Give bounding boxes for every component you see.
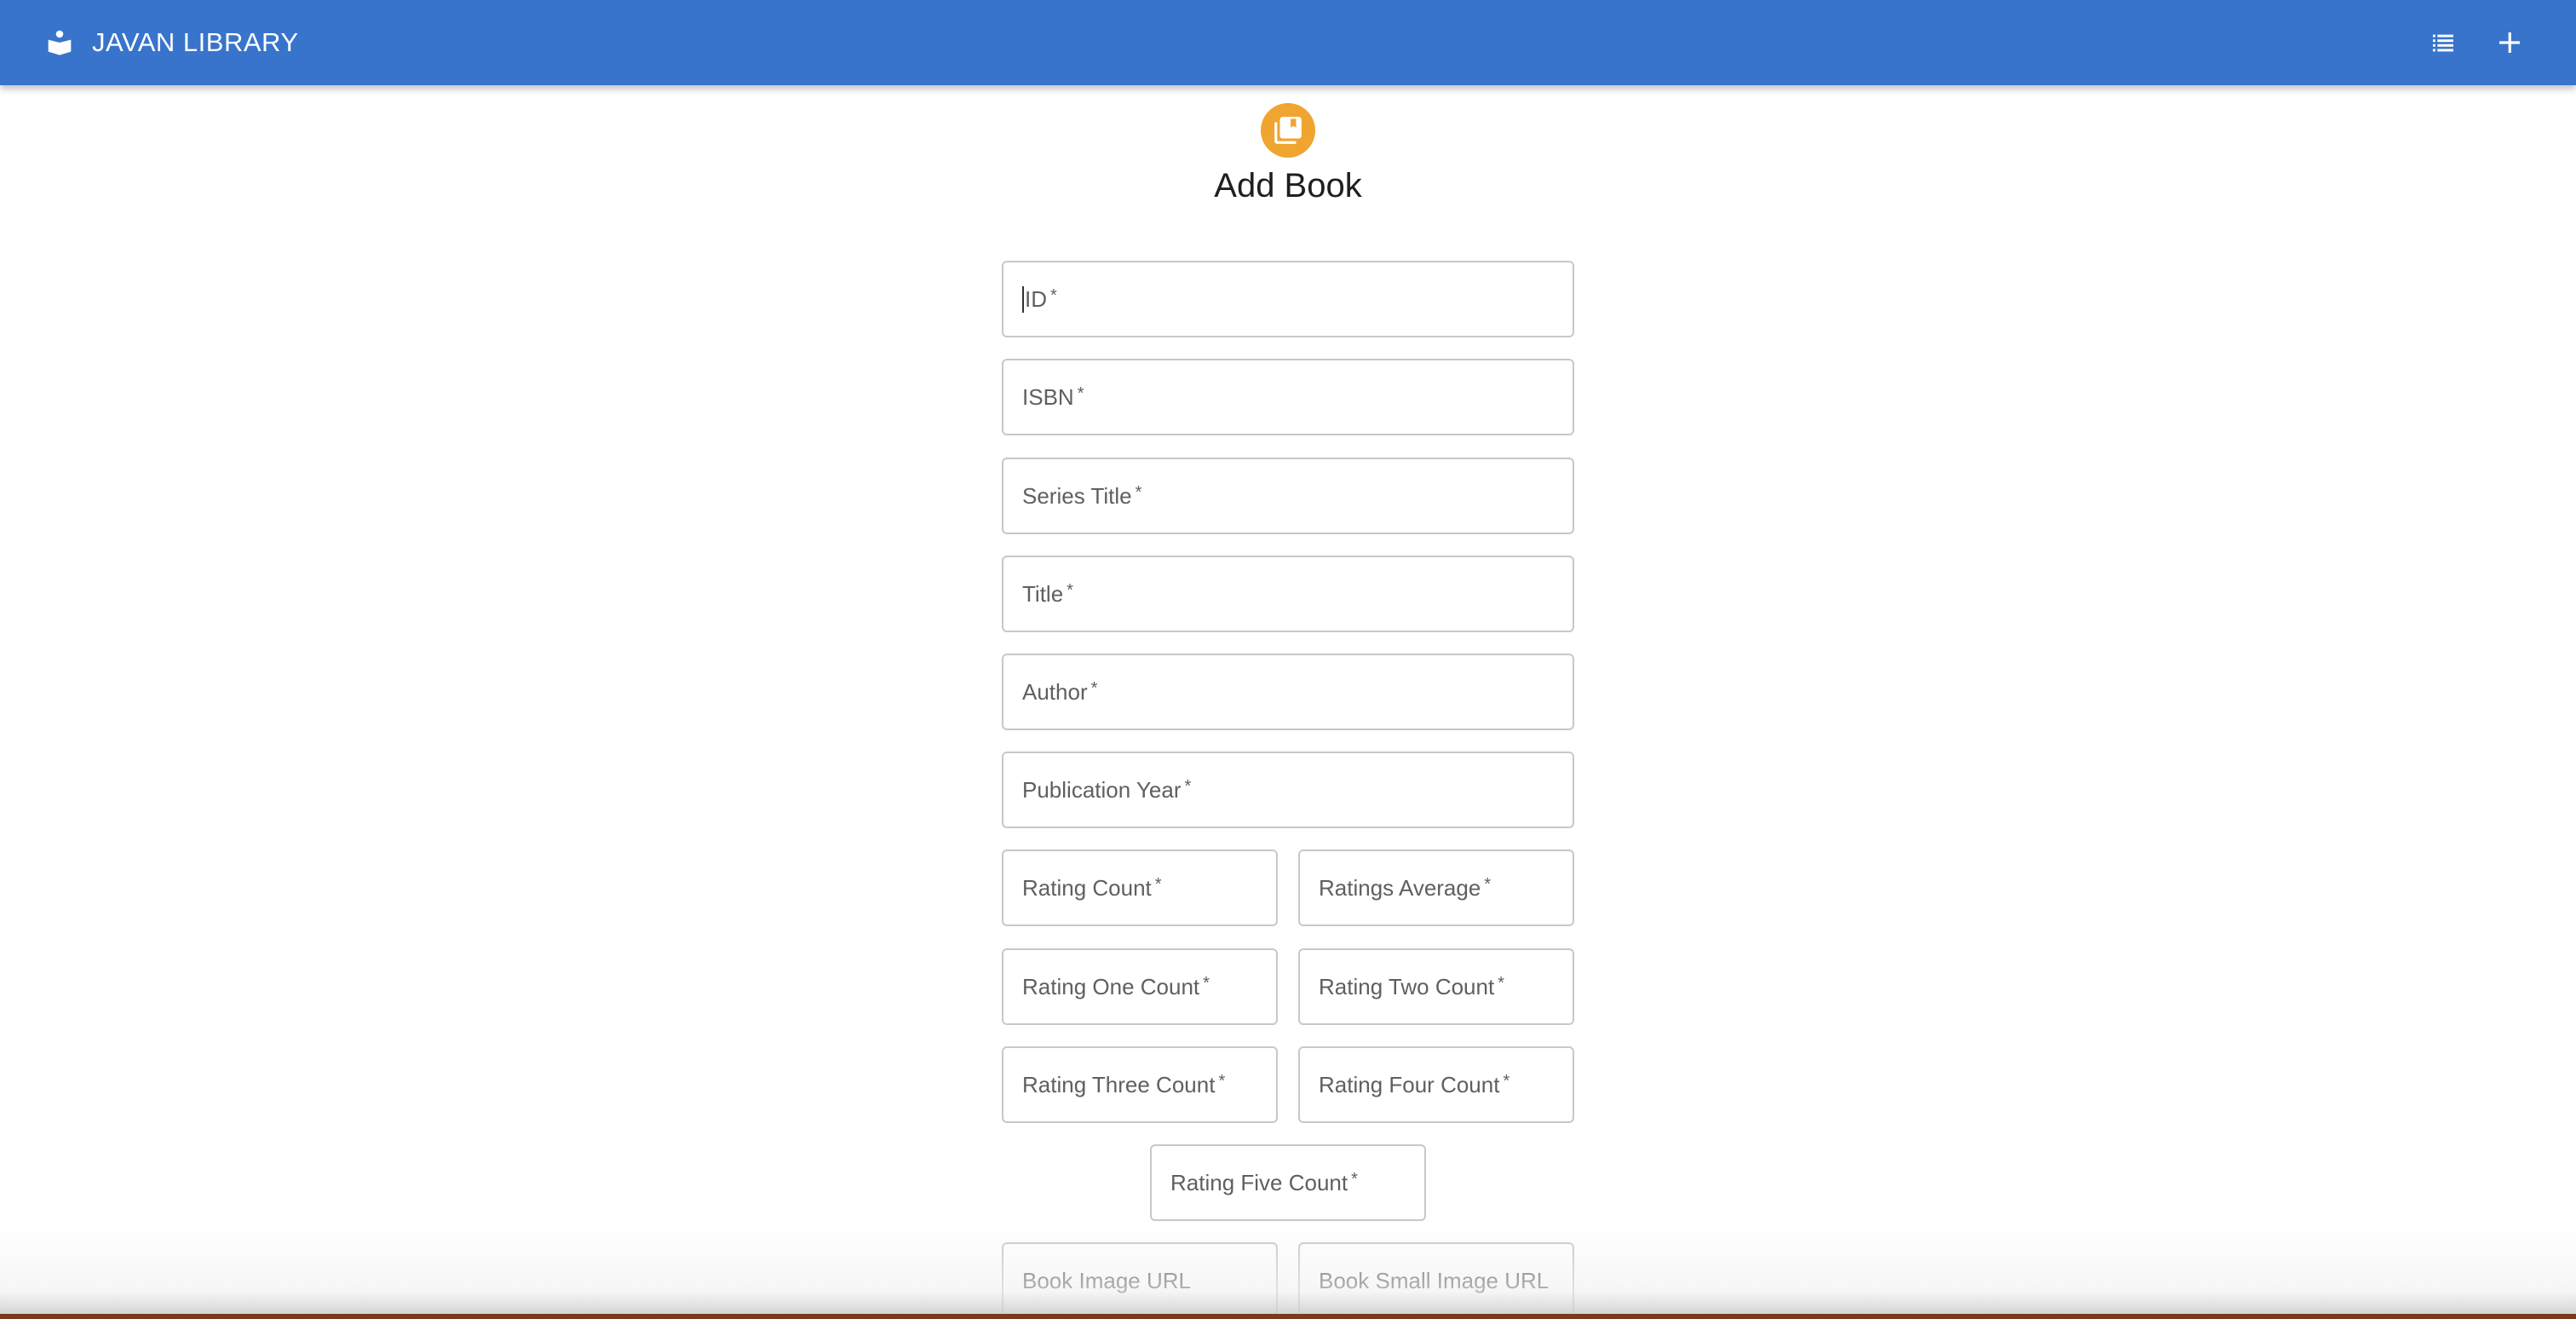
required-marker: * — [1351, 1169, 1358, 1189]
isbn-label: ISBN — [1022, 383, 1074, 410]
rating-four-count-field[interactable]: Rating Four Count * — [1298, 1046, 1574, 1123]
rating-four-count-label: Rating Four Count — [1319, 1071, 1500, 1097]
rating-five-count-field[interactable]: Rating Five Count * — [1150, 1144, 1426, 1221]
add-book-page: JAVAN LIBRARY Add Book ID * ISBN * Serie… — [0, 0, 2576, 1319]
id-field[interactable]: ID * — [1002, 261, 1574, 337]
author-field[interactable]: Author * — [1002, 654, 1574, 730]
rating-three-count-field[interactable]: Rating Three Count * — [1002, 1046, 1278, 1123]
ratings-average-label: Ratings Average — [1319, 874, 1481, 901]
required-marker: * — [1484, 874, 1492, 894]
bottom-shadow — [0, 1227, 2576, 1319]
app-bar: JAVAN LIBRARY — [0, 0, 2576, 85]
add-icon — [2499, 32, 2520, 53]
app-title: JAVAN LIBRARY — [92, 27, 299, 57]
add-book-button[interactable] — [2489, 22, 2530, 63]
ratings-average-field[interactable]: Ratings Average * — [1298, 850, 1574, 926]
book-image-url-label: Book Image URL — [1022, 1267, 1191, 1293]
add-book-avatar — [1261, 103, 1315, 158]
library-books-icon — [1274, 117, 1302, 144]
rating-count-field[interactable]: Rating Count * — [1002, 850, 1278, 926]
rating-three-count-label: Rating Three Count — [1022, 1071, 1216, 1097]
publication-year-field[interactable]: Publication Year * — [1002, 752, 1574, 828]
required-marker: * — [1184, 776, 1192, 796]
rating-five-count-label: Rating Five Count — [1170, 1169, 1348, 1195]
isbn-field[interactable]: ISBN * — [1002, 359, 1574, 435]
publication-year-label: Publication Year — [1022, 776, 1182, 803]
title-field[interactable]: Title * — [1002, 556, 1574, 632]
required-marker: * — [1154, 874, 1162, 894]
required-marker: * — [1203, 973, 1210, 993]
rating-count-label: Rating Count — [1022, 874, 1152, 901]
required-marker: * — [1218, 1071, 1226, 1091]
author-label: Author — [1022, 678, 1088, 705]
book-image-url-field[interactable]: Book Image URL — [1002, 1242, 1278, 1319]
reader-book-icon — [48, 30, 72, 55]
page-title: Add Book — [1214, 167, 1362, 204]
required-marker: * — [1090, 678, 1098, 698]
rating-one-count-label: Rating One Count — [1022, 973, 1200, 999]
required-marker: * — [1067, 580, 1073, 600]
book-list-button[interactable] — [2423, 22, 2464, 63]
series-title-label: Series Title — [1022, 482, 1132, 509]
book-small-image-url-field[interactable]: Book Small Image URL — [1298, 1242, 1574, 1319]
app-bar-actions — [2423, 0, 2530, 85]
book-small-image-url-label: Book Small Image URL — [1319, 1267, 1550, 1293]
rating-two-count-label: Rating Two Count — [1319, 973, 1495, 999]
required-marker: * — [1135, 482, 1142, 502]
title-label: Title — [1022, 580, 1064, 607]
required-marker: * — [1503, 1071, 1510, 1091]
window-bottom-edge — [0, 1314, 2576, 1319]
rating-one-count-field[interactable]: Rating One Count * — [1002, 948, 1278, 1025]
required-marker: * — [1050, 285, 1057, 305]
series-title-field[interactable]: Series Title * — [1002, 458, 1574, 534]
brand[interactable]: JAVAN LIBRARY — [46, 0, 299, 85]
required-marker: * — [1498, 973, 1504, 993]
required-marker: * — [1077, 383, 1084, 403]
rating-two-count-field[interactable]: Rating Two Count * — [1298, 948, 1574, 1025]
book-list-icon — [2433, 34, 2453, 52]
id-label: ID — [1022, 285, 1047, 313]
